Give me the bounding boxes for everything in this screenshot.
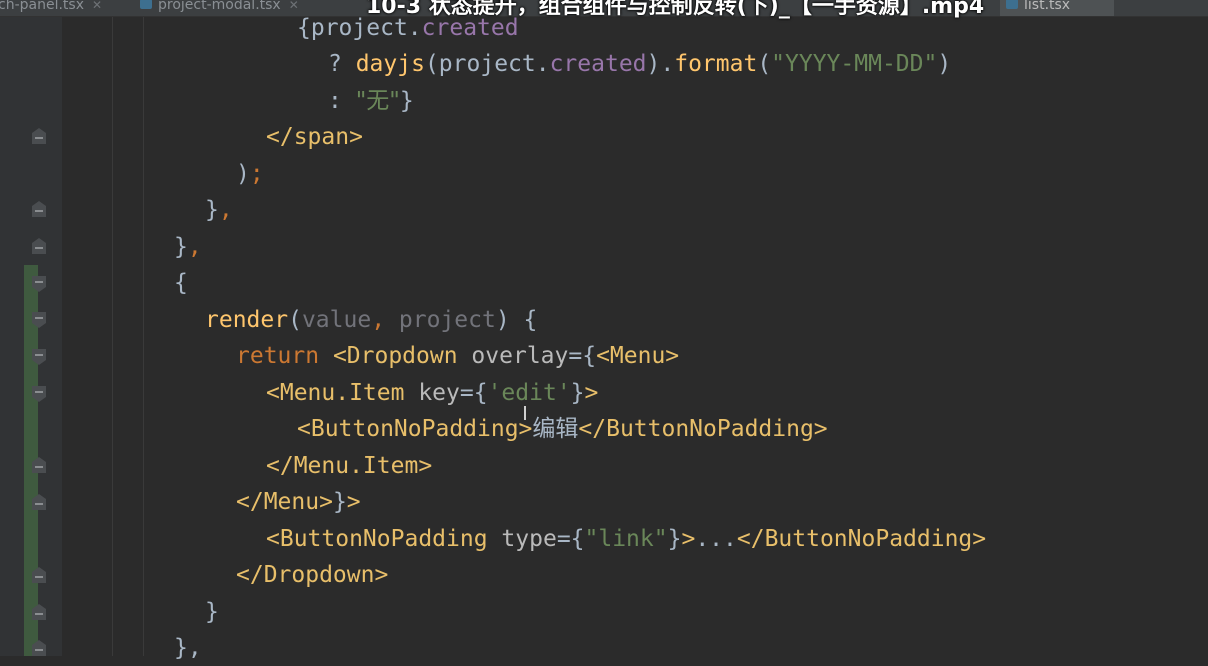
fold-marker-icon[interactable] (31, 456, 47, 474)
code-line: ); (236, 156, 264, 192)
fold-marker-icon[interactable] (31, 639, 47, 657)
code-line: ? dayjs(project.created).format("YYYY-MM… (328, 46, 951, 82)
fold-marker-icon[interactable] (31, 603, 47, 621)
code-line: </span> (266, 119, 363, 155)
fold-marker-icon[interactable] (31, 127, 47, 145)
editor-gutter (0, 17, 62, 656)
fold-marker-icon[interactable] (31, 311, 47, 329)
code-line: } (205, 594, 219, 630)
text-cursor (524, 406, 526, 420)
code-line: <Menu.Item key={'edit'}> (266, 375, 598, 411)
code-line: <ButtonNoPadding>编辑</ButtonNoPadding> (297, 411, 828, 447)
code-line: return <Dropdown overlay={<Menu> (236, 338, 679, 374)
fold-marker-icon[interactable] (31, 348, 47, 366)
fold-marker-icon[interactable] (31, 493, 47, 511)
code-line: </Dropdown> (236, 557, 388, 593)
code-editor[interactable]: {project.created ? dayjs(project.created… (62, 0, 1208, 656)
fold-marker-icon[interactable] (31, 237, 47, 255)
code-line: { (174, 265, 188, 301)
fold-marker-icon[interactable] (31, 275, 47, 293)
code-line: }, (205, 192, 233, 228)
code-line: </Menu.Item> (266, 448, 432, 484)
fold-marker-icon[interactable] (31, 566, 47, 584)
fold-marker-icon[interactable] (31, 385, 47, 403)
code-line: <ButtonNoPadding type={"link"}>...</Butt… (266, 521, 986, 557)
code-line: }, (174, 630, 202, 666)
code-line: {project.created (297, 10, 519, 46)
code-line: </Menu>}> (236, 484, 361, 520)
fold-marker-icon[interactable] (31, 200, 47, 218)
code-line: : "无"} (328, 83, 414, 119)
code-line: }, (174, 229, 202, 265)
code-line: render(value, project) { (205, 302, 537, 338)
